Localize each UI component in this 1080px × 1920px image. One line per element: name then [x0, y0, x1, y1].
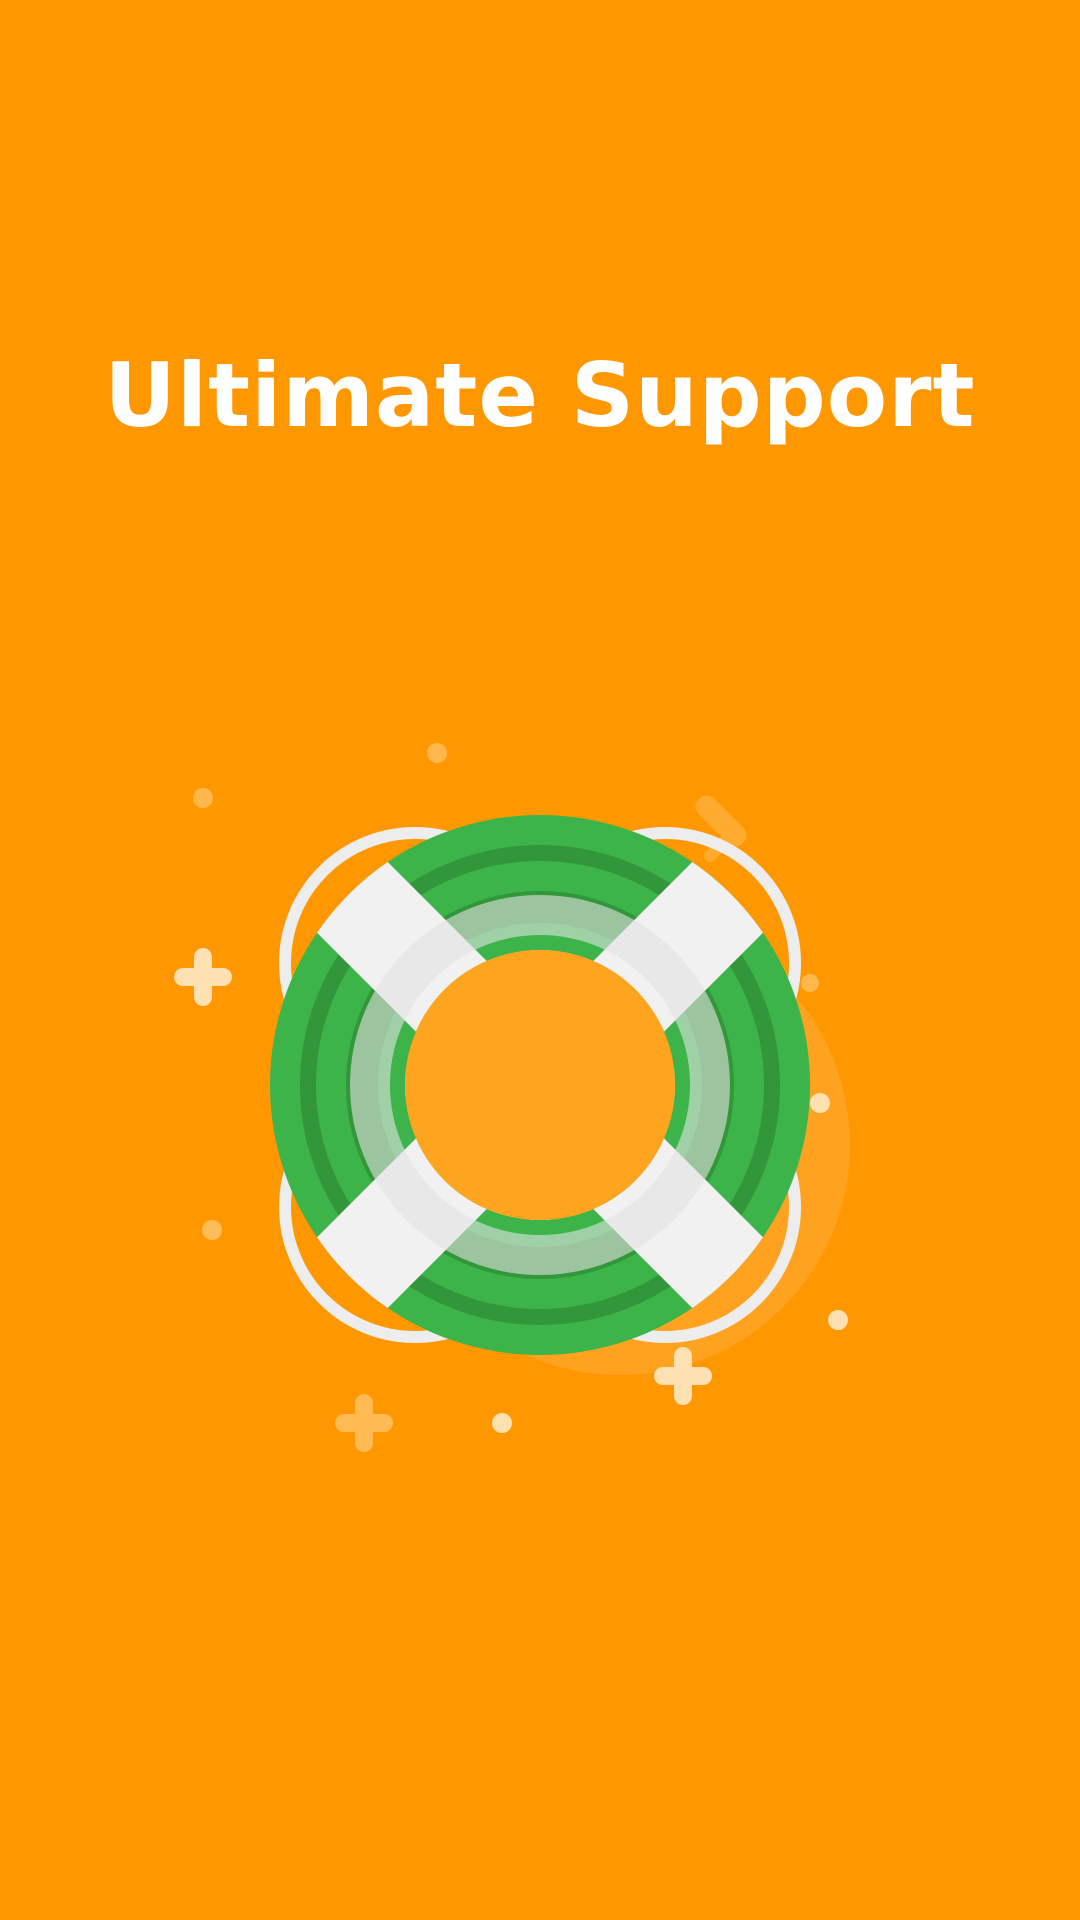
- support-illustration: [0, 720, 1080, 1480]
- page-title: Ultimate Support: [104, 344, 976, 447]
- sparkle-icon: [335, 1394, 393, 1452]
- sparkle-icon: [174, 948, 232, 1006]
- onboarding-screen: Ultimate Support: [0, 0, 1080, 1920]
- lifebuoy-icon: [270, 815, 811, 1355]
